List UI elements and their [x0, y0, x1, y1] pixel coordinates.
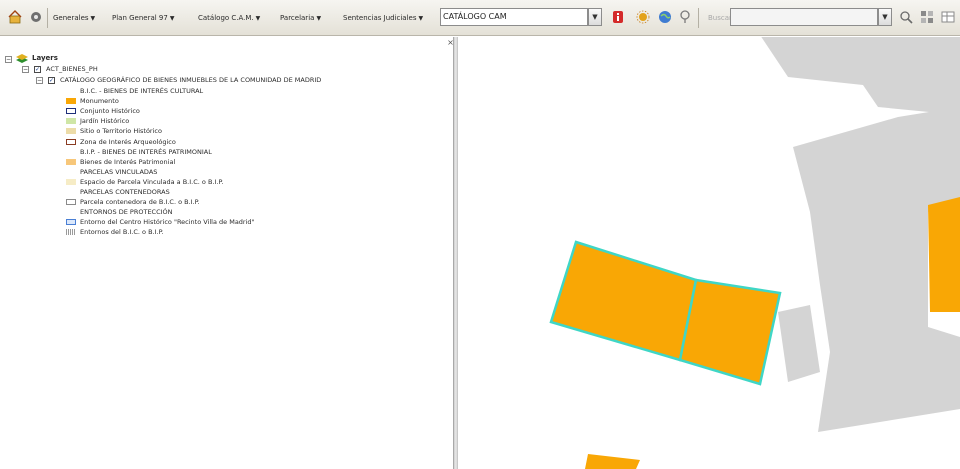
search-combo-dropdown[interactable]: ▼: [878, 8, 892, 26]
legend-heading: ENTORNOS DE PROTECCIÓN: [80, 208, 173, 217]
entorno-centro-historico-swatch: [66, 219, 76, 226]
layer-select[interactable]: CATÁLOGO CAM: [440, 8, 588, 26]
expand-layers-root[interactable]: −: [5, 56, 12, 63]
conjunto-historico-swatch: [66, 108, 76, 115]
layer-select-dropdown[interactable]: ▼: [588, 8, 602, 26]
map-canvas[interactable]: [458, 37, 960, 469]
monumento-parcel-left: [549, 240, 698, 362]
expand-group[interactable]: −: [22, 66, 29, 73]
legend-item: Bienes de Interés Patrimonial: [80, 157, 176, 166]
grid-icon[interactable]: [920, 10, 934, 24]
group-checkbox[interactable]: ✓: [34, 66, 41, 73]
catalog-label: CATÁLOGO GEOGRÁFICO DE BIENES INMUEBLES …: [60, 76, 322, 84]
menu-parcelaria[interactable]: Parcelaria ▼: [280, 11, 321, 25]
gear-icon[interactable]: [29, 10, 43, 24]
legend-item: Zona de Interés Arqueológico: [80, 137, 176, 146]
catalog-checkbox[interactable]: ✓: [48, 77, 55, 84]
table-icon[interactable]: [941, 10, 955, 24]
monumento-polygon: [928, 197, 960, 312]
expand-catalog[interactable]: −: [36, 77, 43, 84]
legend-heading: PARCELAS VINCULADAS: [80, 167, 158, 176]
monumento-swatch: [66, 98, 76, 105]
legend-heading: PARCELAS CONTENEDORAS: [80, 188, 170, 196]
legend-item: Conjunto Histórico: [80, 107, 140, 116]
toolbar-separator: [47, 8, 48, 28]
home-icon[interactable]: [8, 10, 22, 24]
sun-icon[interactable]: [636, 10, 650, 24]
legend-item: Entorno del Centro Histórico "Recinto Vi…: [80, 218, 255, 227]
legend-heading: B.I.C. - BIENES DE INTERÉS CULTURAL: [80, 87, 204, 95]
legend-heading: B.I.P. - BIENES DE INTERÉS PATRIMONIAL: [80, 147, 212, 156]
toolbar-separator: [698, 8, 699, 28]
legend-item: Jardín Histórico: [80, 117, 130, 126]
info-red-icon[interactable]: [611, 10, 625, 24]
zona-arqueologica-swatch: [66, 138, 76, 145]
legend-item: Monumento: [80, 97, 119, 106]
globe-icon[interactable]: [658, 10, 672, 24]
legend-item: Sitio o Territorio Histórico: [80, 127, 162, 136]
map-view[interactable]: [458, 37, 960, 469]
menu-plan-general[interactable]: Plan General 97 ▼: [112, 11, 174, 25]
building-block: [761, 37, 960, 115]
main-toolbar: Generales ▼ Plan General 97 ▼ Catálogo C.A…: [0, 0, 960, 36]
search-combo[interactable]: [730, 8, 878, 26]
search-label: Buscar: [708, 14, 732, 22]
legend-item: Espacio de Parcela Vinculada a B.I.C. o …: [80, 177, 224, 186]
monumento-parcel-right: [678, 278, 782, 386]
jardin-historico-swatch: [66, 118, 76, 125]
menu-generales[interactable]: Generales ▼: [53, 11, 95, 25]
building-block: [778, 305, 820, 382]
pin-icon[interactable]: [678, 10, 692, 24]
bienes-patrimonial-swatch: [66, 158, 76, 165]
zoom-icon[interactable]: [899, 10, 913, 24]
group-label: ACT_BIENES_PH: [46, 65, 98, 73]
parcela-vinculada-swatch: [66, 178, 76, 185]
sitio-historico-swatch: [66, 128, 76, 135]
menu-sentencias[interactable]: Sentencias Judiciales ▼: [343, 11, 423, 25]
layers-icon: [16, 54, 28, 63]
legend-item: Parcela contenedora de B.I.C. o B.I.P.: [80, 198, 200, 207]
legend-item: Entornos del B.I.C. o B.I.P.: [80, 228, 164, 237]
monumento-polygon: [585, 454, 640, 469]
entornos-bic-swatch: [66, 229, 76, 236]
menu-catalogo[interactable]: Catálogo C.A.M. ▼: [198, 11, 260, 25]
layers-root-label: Layers: [32, 54, 58, 62]
parcela-contenedora-swatch: [66, 199, 76, 206]
